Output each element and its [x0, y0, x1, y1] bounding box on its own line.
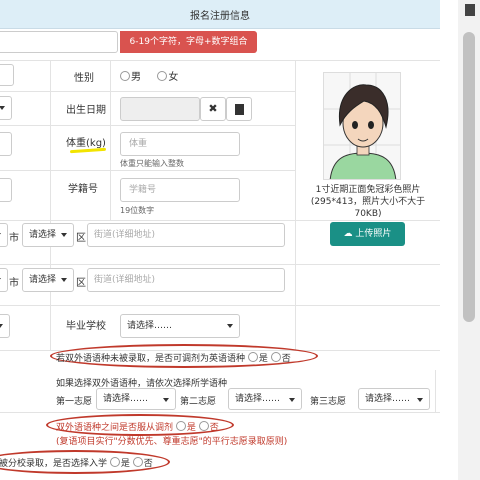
- street-placeholder-2: 街道(详细地址): [94, 275, 156, 285]
- gender-label: 性别: [74, 73, 94, 84]
- third-choice-select[interactable]: 请选择……: [358, 388, 430, 410]
- gender-radio-group: 男 女: [120, 68, 178, 83]
- photo-caption: 1寸近期正面免冠彩色照片(295*413，照片大小不大于70KB): [310, 185, 426, 219]
- second-choice-label: 第二志愿: [180, 397, 217, 407]
- third-choice-label: 第三志愿: [310, 397, 347, 407]
- district-select-2-value: 请选择: [29, 275, 57, 285]
- first-choice-value: 请选择……: [103, 394, 149, 404]
- graduation-school-select[interactable]: 请选择……: [120, 314, 240, 338]
- district-select-1[interactable]: 请选择: [22, 223, 74, 247]
- divider: [0, 125, 295, 126]
- divider: [0, 264, 440, 265]
- language-adjust-yes-radio[interactable]: [247, 352, 258, 362]
- second-choice-select[interactable]: 请选择……: [228, 388, 302, 410]
- obey-adjust-text: 双外语语种之间是否服从调剂: [56, 423, 174, 433]
- branch-admit-yes-radio[interactable]: [109, 457, 120, 467]
- id-number-input[interactable]: [0, 178, 12, 202]
- language-adjust-row: 若双外语语种未被录取，是否可调剂为英语语种 是 否: [56, 351, 291, 364]
- branch-admit-row: 若被分校录取，是否选择入学 是 否: [0, 456, 153, 469]
- language-adjust-yes-label: 是: [258, 354, 268, 364]
- divider: [0, 91, 295, 92]
- language-adjust-text: 若双外语语种未被录取，是否可调剂为英语语种: [56, 354, 246, 364]
- graduation-school-value: 请选择……: [127, 321, 173, 331]
- divider: [295, 60, 296, 350]
- district-suffix-2: 区: [76, 278, 86, 289]
- student-id-help: 19位数字: [120, 206, 155, 215]
- street-placeholder-1: 街道(详细地址): [94, 230, 156, 240]
- first-choice-select[interactable]: 请选择……: [96, 388, 176, 410]
- scrollbar-thumb[interactable]: [463, 32, 475, 322]
- clear-date-button[interactable]: ✖: [200, 97, 226, 121]
- branch-admit-yes-label: 是: [120, 459, 130, 469]
- district-select-2[interactable]: 请选择: [22, 268, 74, 292]
- district-select-1-value: 请选择: [29, 230, 57, 240]
- birthdate-input[interactable]: [120, 97, 200, 121]
- first-choice-label: 第一志愿: [56, 397, 93, 407]
- district-suffix-1: 区: [76, 233, 86, 244]
- student-id-input[interactable]: 学籍号: [120, 178, 240, 202]
- gender-female-label: 女: [168, 72, 179, 83]
- username-hint-badge: 6-19个字符，字母+数字组合: [120, 31, 257, 53]
- divider: [0, 170, 295, 171]
- city-suffix-2: 市: [9, 278, 19, 289]
- divider: [50, 60, 51, 350]
- student-id-label: 学籍号: [68, 184, 98, 195]
- birthdate-label: 出生日期: [66, 105, 106, 116]
- third-choice-value: 请选择……: [365, 394, 411, 404]
- calendar-button[interactable]: [226, 97, 252, 121]
- street-input-2[interactable]: 街道(详细地址): [87, 268, 285, 292]
- weight-help: 体重只能输入整数: [120, 159, 184, 168]
- avatar: [324, 73, 400, 179]
- calendar-icon: [235, 104, 244, 115]
- name-input[interactable]: [0, 64, 14, 86]
- divider: [0, 412, 440, 413]
- gender-male-radio[interactable]: [120, 71, 130, 81]
- street-input-1[interactable]: 街道(详细地址): [87, 223, 285, 247]
- close-icon: ✖: [208, 102, 218, 115]
- language-adjust-no-radio[interactable]: [270, 352, 281, 362]
- obey-adjust-row: 双外语语种之间是否服从调剂 是 否: [56, 420, 219, 433]
- city-select-2[interactable]: [0, 268, 8, 292]
- weight-label: 体重(kg): [66, 138, 106, 149]
- height-input[interactable]: [0, 132, 12, 156]
- username-input[interactable]: [0, 31, 118, 53]
- second-choice-value: 请选择……: [235, 394, 281, 404]
- student-id-placeholder: 学籍号: [129, 185, 157, 195]
- upload-photo-label: 上传照片: [355, 229, 392, 239]
- section-title: 报名注册信息: [190, 11, 250, 22]
- photo-preview: [323, 72, 401, 180]
- cloud-upload-icon: ☁: [343, 229, 353, 239]
- gender-male-label: 男: [131, 72, 141, 83]
- obey-adjust-no-radio[interactable]: [198, 421, 209, 431]
- divider: [435, 370, 436, 412]
- weight-input[interactable]: 体重: [120, 132, 240, 156]
- divider: [0, 60, 440, 61]
- divider: [110, 60, 111, 220]
- section-header: 报名注册信息: [0, 0, 440, 29]
- parallel-admission-note: (复语项目实行"分数优先、尊重志愿"的平行志愿录取原则): [56, 437, 288, 447]
- username-hint-text: 6-19个字符，字母+数字组合: [129, 37, 248, 47]
- ethnicity-select[interactable]: [0, 96, 12, 120]
- school-district-select[interactable]: [0, 314, 10, 338]
- divider: [0, 305, 440, 306]
- obey-adjust-yes-radio[interactable]: [175, 421, 186, 431]
- graduation-school-label: 毕业学校: [66, 321, 106, 332]
- branch-admit-no-radio[interactable]: [132, 457, 143, 467]
- weight-placeholder: 体重: [129, 139, 148, 149]
- obey-adjust-no-label: 否: [209, 423, 219, 433]
- branch-admit-no-label: 否: [143, 459, 153, 469]
- gender-female-radio[interactable]: [157, 71, 168, 81]
- obey-adjust-yes-label: 是: [186, 423, 196, 433]
- city-select-1[interactable]: [0, 223, 8, 247]
- scroll-up-icon[interactable]: [465, 4, 475, 16]
- language-adjust-no-label: 否: [281, 354, 291, 364]
- upload-photo-button[interactable]: ☁ 上传照片: [330, 222, 405, 246]
- branch-admit-text: 若被分校录取，是否选择入学: [0, 459, 108, 469]
- city-suffix-1: 市: [9, 233, 19, 244]
- divider: [0, 220, 440, 221]
